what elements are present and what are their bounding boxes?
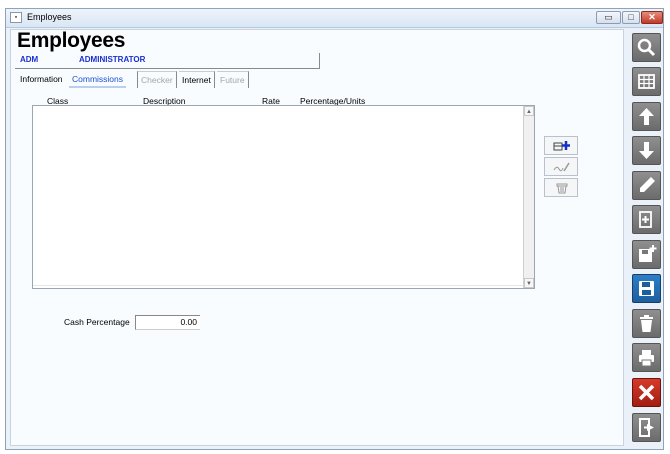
save-button[interactable] (632, 274, 661, 303)
save-new-icon (639, 245, 657, 262)
next-record-button[interactable] (632, 136, 661, 165)
page-title: Employees (17, 29, 126, 52)
cancel-button[interactable] (632, 378, 661, 407)
delete-row-icon (556, 183, 568, 194)
employee-name: ADMINISTRATOR (79, 55, 146, 64)
pencil-icon (640, 177, 655, 192)
cash-percentage-field[interactable]: 0.00 (135, 315, 200, 330)
commissions-grid[interactable]: ▲ ▼ (32, 105, 535, 289)
scroll-down-arrow-icon[interactable]: ▼ (524, 278, 534, 288)
save-and-new-button[interactable] (632, 240, 661, 269)
new-document-icon (639, 211, 652, 228)
print-icon (639, 350, 654, 367)
arrow-up-icon (639, 108, 654, 125)
trash-icon (640, 315, 653, 332)
window-title: Employees (27, 12, 72, 22)
print-button[interactable] (632, 343, 661, 372)
main-panel: Employees ADM ADMINISTRATOR Information … (10, 29, 624, 446)
previous-record-button[interactable] (632, 102, 661, 131)
exit-button[interactable] (632, 413, 661, 442)
grid-view-button[interactable] (632, 67, 661, 96)
edit-row-button[interactable] (544, 157, 578, 176)
tab-commissions[interactable]: Commissions (69, 71, 127, 88)
cancel-icon (638, 384, 655, 401)
search-button[interactable] (632, 33, 661, 62)
new-record-button[interactable] (632, 205, 661, 234)
employee-id-box: ADM ADMINISTRATOR (15, 53, 320, 69)
exit-icon (639, 418, 654, 437)
search-icon (637, 38, 656, 57)
delete-row-button[interactable] (544, 178, 578, 197)
close-button[interactable]: ✕ (641, 11, 663, 24)
grid-icon (638, 74, 655, 89)
save-icon (639, 281, 654, 296)
add-row-icon (553, 141, 570, 151)
tab-information[interactable]: Information (17, 71, 66, 88)
maximize-button[interactable]: □ (622, 11, 640, 24)
vertical-scrollbar[interactable]: ▲ ▼ (523, 106, 534, 288)
tab-checker[interactable]: Checker (137, 71, 177, 88)
delete-button[interactable] (632, 309, 661, 338)
edit-row-icon (553, 162, 570, 172)
edit-button[interactable] (632, 171, 661, 200)
employee-code: ADM (20, 55, 39, 64)
cash-percentage-label: Cash Percentage (64, 317, 130, 327)
add-row-button[interactable] (544, 136, 578, 155)
tab-future[interactable]: Future (217, 71, 249, 88)
minimize-button[interactable]: ▭ (596, 11, 621, 24)
grid-divider (33, 285, 525, 286)
arrow-down-icon (639, 142, 654, 159)
app-icon[interactable]: ▪ (10, 12, 22, 23)
title-bar[interactable]: ▪ Employees ▭ □ ✕ (6, 9, 663, 28)
scroll-up-arrow-icon[interactable]: ▲ (524, 106, 534, 116)
employees-window: ▪ Employees ▭ □ ✕ Employees ADM ADMINIST… (5, 8, 664, 450)
tab-internet[interactable]: Internet (179, 71, 215, 88)
